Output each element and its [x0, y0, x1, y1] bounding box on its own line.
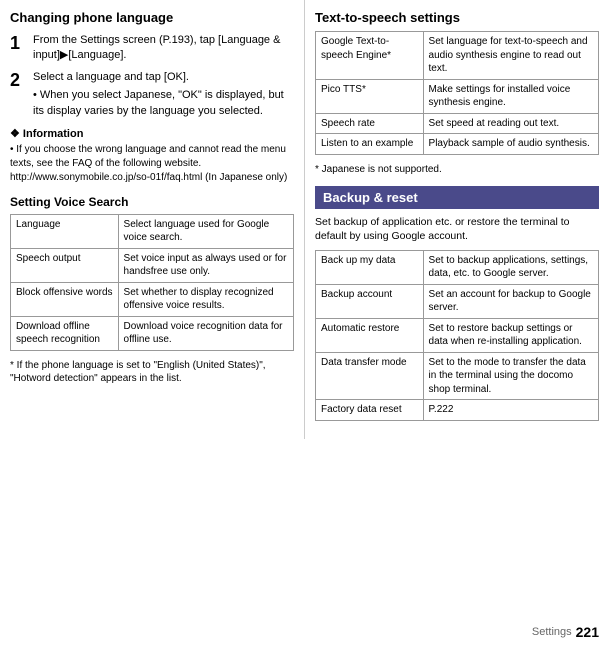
table-cell-value: Download voice recognition data for offl… — [118, 316, 293, 350]
table-row: Speech outputSet voice input as always u… — [11, 248, 294, 282]
table-cell-key: Google Text-to-speech Engine* — [316, 32, 424, 80]
table-cell-value: Set to restore backup settings or data w… — [423, 318, 598, 352]
table-row: Block offensive wordsSet whether to disp… — [11, 282, 294, 316]
table-row: Speech rateSet speed at reading out text… — [316, 113, 599, 134]
step-2-number: 2 — [10, 70, 28, 119]
voice-search-title: Setting Voice Search — [10, 195, 294, 209]
table-cell-key: Listen to an example — [316, 134, 424, 155]
table-cell-value: Make settings for installed voice synthe… — [423, 79, 598, 113]
table-cell-key: Data transfer mode — [316, 352, 424, 400]
table-row: Pico TTS*Make settings for installed voi… — [316, 79, 599, 113]
table-cell-key: Back up my data — [316, 250, 424, 284]
table-row: Listen to an examplePlayback sample of a… — [316, 134, 599, 155]
changing-language-title: Changing phone language — [10, 10, 294, 25]
table-row: Factory data resetP.222 — [316, 400, 599, 421]
table-row: Automatic restoreSet to restore backup s… — [316, 318, 599, 352]
table-cell-key: Speech rate — [316, 113, 424, 134]
table-cell-value: Set voice input as always used or for ha… — [118, 248, 293, 282]
table-cell-value: Set speed at reading out text. — [423, 113, 598, 134]
table-cell-value: Set to backup applications, settings, da… — [423, 250, 598, 284]
page-footer: Settings 221 — [532, 624, 599, 640]
step-1-text: From the Settings screen (P.193), tap [L… — [33, 33, 294, 64]
table-cell-value: Set whether to display recognized offens… — [118, 282, 293, 316]
info-text: • If you choose the wrong language and c… — [10, 143, 294, 185]
table-cell-key: Pico TTS* — [316, 79, 424, 113]
table-cell-key: Backup account — [316, 284, 424, 318]
table-cell-value: Playback sample of audio synthesis. — [423, 134, 598, 155]
table-row: Backup accountSet an account for backup … — [316, 284, 599, 318]
footer-number: 221 — [576, 624, 599, 640]
backup-title: Backup & reset — [323, 190, 591, 205]
table-cell-value: Set an account for backup to Google serv… — [423, 284, 598, 318]
table-cell-key: Language — [11, 214, 119, 248]
step-1-number: 1 — [10, 33, 28, 64]
table-cell-value: Set language for text-to-speech and audi… — [423, 32, 598, 80]
table-row: Back up my dataSet to backup application… — [316, 250, 599, 284]
voice-footnote: * If the phone language is set to "Engli… — [10, 359, 294, 385]
info-title: Information — [10, 127, 294, 140]
table-cell-key: Automatic restore — [316, 318, 424, 352]
table-row: Data transfer modeSet to the mode to tra… — [316, 352, 599, 400]
left-column: Changing phone language 1 From the Setti… — [0, 0, 305, 439]
voice-search-table: LanguageSelect language used for Google … — [10, 214, 294, 351]
table-cell-key: Block offensive words — [11, 282, 119, 316]
backup-desc: Set backup of application etc. or restor… — [315, 215, 599, 244]
step-2-sub: • When you select Japanese, "OK" is disp… — [33, 88, 294, 119]
step-1: 1 From the Settings screen (P.193), tap … — [10, 33, 294, 64]
table-row: Google Text-to-speech Engine*Set languag… — [316, 32, 599, 80]
step-2: 2 Select a language and tap [OK]. • When… — [10, 70, 294, 119]
table-cell-key: Speech output — [11, 248, 119, 282]
information-box: Information • If you choose the wrong la… — [10, 127, 294, 185]
table-cell-key: Factory data reset — [316, 400, 424, 421]
table-cell-value: Select language used for Google voice se… — [118, 214, 293, 248]
backup-table: Back up my dataSet to backup application… — [315, 250, 599, 421]
table-row: LanguageSelect language used for Google … — [11, 214, 294, 248]
table-cell-value: Set to the mode to transfer the data in … — [423, 352, 598, 400]
table-cell-value: P.222 — [423, 400, 598, 421]
table-row: Download offline speech recognitionDownl… — [11, 316, 294, 350]
tts-title: Text-to-speech settings — [315, 10, 599, 25]
backup-header: Backup & reset — [315, 186, 599, 209]
tts-footnote: * Japanese is not supported. — [315, 163, 599, 176]
footer-label: Settings — [532, 626, 572, 638]
right-column: Text-to-speech settings Google Text-to-s… — [305, 0, 609, 439]
step-2-text: Select a language and tap [OK]. — [33, 70, 294, 85]
table-cell-key: Download offline speech recognition — [11, 316, 119, 350]
tts-table: Google Text-to-speech Engine*Set languag… — [315, 31, 599, 155]
